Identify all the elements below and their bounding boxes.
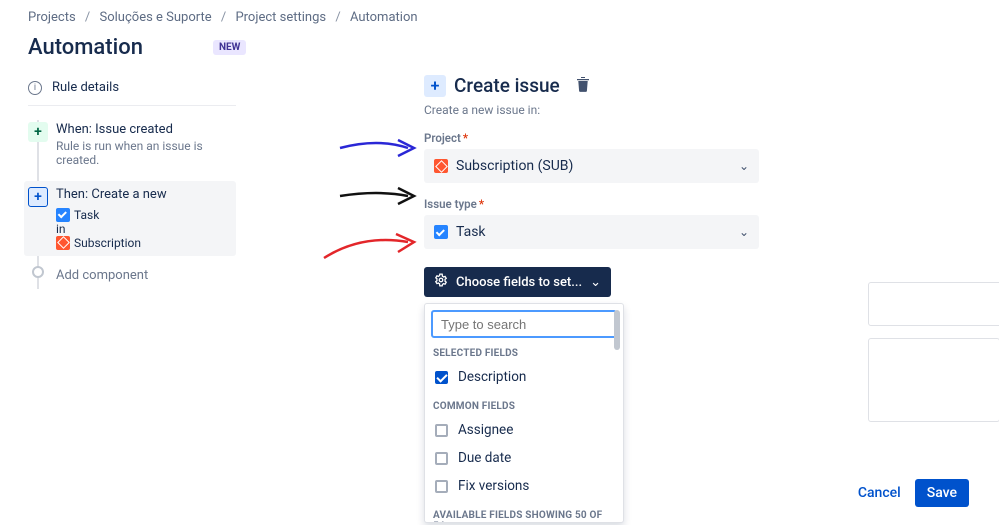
breadcrumb: Projects / Soluções e Suporte / Project … [0, 0, 999, 25]
rule-details-link[interactable]: i Rule details [28, 74, 236, 106]
field-option-fixversions[interactable]: Fix versions [431, 472, 617, 500]
rule-outline: i Rule details + When: Issue created Rul… [0, 74, 236, 289]
when-node[interactable]: + When: Issue created Rule is run when a… [28, 116, 236, 173]
then-title: Then: Create a new [56, 187, 236, 202]
chevron-down-icon: ⌄ [739, 159, 749, 173]
project-chip: Subscription [56, 236, 141, 250]
checkbox-icon [435, 480, 448, 493]
checkbox-icon [435, 452, 448, 465]
task-icon [56, 208, 70, 222]
when-subtitle: Rule is run when an issue is created. [56, 139, 236, 167]
fields-search-input[interactable] [431, 310, 617, 338]
issuetype-label: Issue type* [424, 197, 999, 211]
trash-icon[interactable] [576, 76, 590, 96]
fields-dropdown: SELECTED FIELDS Description COMMON FIELD… [424, 303, 624, 523]
project-select[interactable]: Subscription (SUB) ⌄ [424, 149, 759, 183]
content-box [868, 282, 999, 326]
cancel-button[interactable]: Cancel [858, 485, 901, 501]
plus-icon: + [28, 122, 48, 142]
component-panel: + Create issue Create a new issue in: Pr… [236, 74, 999, 523]
panel-subtitle: Create a new issue in: [424, 103, 999, 117]
project-value: Subscription (SUB) [456, 158, 573, 174]
available-fields-header: AVAILABLE FIELDS SHOWING 50 OF 54 [433, 510, 615, 522]
chevron-down-icon: ⌄ [590, 275, 601, 290]
selected-fields-header: SELECTED FIELDS [433, 348, 615, 359]
field-option-assignee[interactable]: Assignee [431, 416, 617, 444]
checkbox-icon [435, 424, 448, 437]
breadcrumb-item[interactable]: Soluções e Suporte [100, 10, 212, 25]
add-component-link[interactable]: Add component [28, 264, 236, 289]
add-node-icon [32, 266, 44, 278]
page-title: Automation [28, 35, 143, 60]
content-box [868, 338, 999, 422]
issuetype-value: Task [456, 224, 486, 240]
task-icon [434, 225, 448, 239]
common-fields-header: COMMON FIELDS [433, 401, 615, 412]
breadcrumb-item-current: Automation [350, 10, 418, 25]
project-icon [434, 159, 448, 173]
breadcrumb-item[interactable]: Project settings [235, 10, 326, 25]
project-icon [56, 236, 70, 250]
breadcrumb-item[interactable]: Projects [28, 10, 76, 25]
scrollbar[interactable] [614, 310, 620, 350]
then-node[interactable]: + Then: Create a new Task in Subscriptio… [24, 181, 236, 256]
checkbox-icon [435, 371, 448, 384]
when-title: When: Issue created [56, 122, 236, 137]
plus-icon: + [28, 187, 48, 207]
then-connector: in [56, 222, 236, 236]
plus-icon: + [424, 75, 446, 97]
gear-icon [434, 273, 448, 291]
issuetype-chip: Task [56, 208, 99, 222]
field-option-duedate[interactable]: Due date [431, 444, 617, 472]
panel-title: Create issue [454, 74, 560, 97]
project-label: Project* [424, 131, 999, 145]
new-badge: NEW [213, 40, 246, 55]
issuetype-select[interactable]: Task ⌄ [424, 215, 759, 249]
chevron-down-icon: ⌄ [739, 225, 749, 239]
save-button[interactable]: Save [915, 479, 969, 507]
info-icon: i [28, 81, 42, 95]
choose-fields-button[interactable]: Choose fields to set... ⌄ [424, 267, 611, 297]
field-option-description[interactable]: Description [431, 363, 617, 391]
